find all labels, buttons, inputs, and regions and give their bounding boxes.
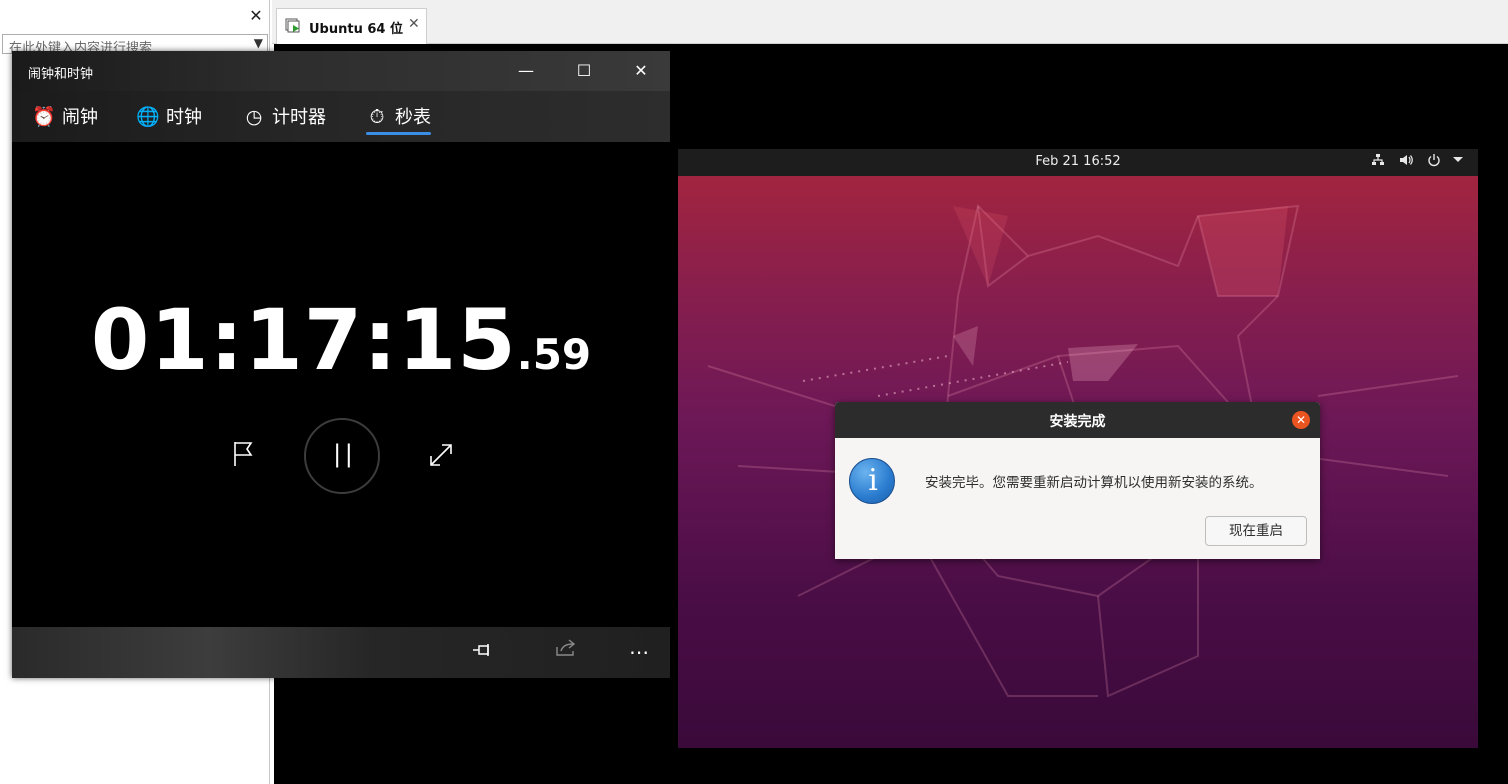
world-clock-icon: 🌐 — [136, 106, 160, 128]
info-icon: i — [849, 458, 895, 504]
alarms-clock-window: 闹钟和时钟 — ☐ ✕ ⏰ 闹钟 🌐 时钟 ◷ 计时器 ⏱ 秒表 01:17:15.59… — [12, 51, 670, 678]
tab-alarm[interactable]: ⏰ 闹钟 — [32, 103, 98, 133]
dialog-message: 安装完毕。您需要重新启动计算机以使用新安装的系统。 — [925, 475, 1263, 491]
flag-icon[interactable] — [232, 440, 256, 468]
tab-stopwatch[interactable]: ⏱ 秒表 — [365, 103, 431, 133]
more-options-button[interactable]: ⋯ — [624, 639, 654, 665]
pause-icon: | | — [333, 440, 353, 468]
maximize-button[interactable]: ☐ — [564, 59, 604, 83]
volume-icon[interactable] — [1396, 153, 1416, 171]
install-complete-dialog: 安装完成 ✕ i 安装完毕。您需要重新启动计算机以使用新安装的系统。 现在重启 — [835, 402, 1320, 559]
alarm-icon: ⏰ — [32, 106, 56, 128]
stopwatch-fraction: .59 — [516, 330, 592, 379]
expand-icon[interactable] — [428, 442, 454, 468]
vm-tab-strip: Ubuntu 64 位 ✕ — [272, 0, 1508, 44]
menu-arrow-icon[interactable] — [1448, 153, 1468, 171]
ubuntu-top-bar: Feb 21 16:52 — [678, 149, 1478, 176]
ubuntu-desktop[interactable]: Feb 21 16:52 安装完成 ✕ i 安装完毕。您需要重新启动计算机以使用… — [678, 149, 1478, 748]
window-title-bar[interactable]: 闹钟和时钟 — ☐ ✕ — [12, 51, 670, 91]
vm-icon — [285, 18, 300, 33]
tab-label: 秒表 — [395, 107, 431, 128]
tab-label: 计时器 — [272, 107, 326, 128]
share-icon[interactable] — [551, 639, 581, 665]
stopwatch-icon: ⏱ — [369, 106, 385, 128]
pause-button[interactable]: | | — [304, 418, 380, 494]
power-icon[interactable] — [1424, 153, 1444, 171]
tab-label: 闹钟 — [62, 107, 98, 128]
stopwatch-time: 01:17:15 — [90, 291, 517, 389]
window-title: 闹钟和时钟 — [28, 67, 94, 82]
tab-label: 时钟 — [166, 107, 202, 128]
stopwatch-display: 01:17:15.59 — [12, 291, 670, 389]
tab-clock[interactable]: 🌐 时钟 — [136, 103, 202, 133]
library-close-button[interactable]: ✕ — [246, 6, 266, 26]
tab-label: Ubuntu 64 位 — [309, 22, 403, 37]
pin-icon[interactable] — [468, 639, 498, 665]
app-nav-bar: ⏰ 闹钟 🌐 时钟 ◷ 计时器 ⏱ 秒表 — [12, 91, 670, 142]
tab-close-button[interactable]: ✕ — [408, 16, 420, 32]
tab-ubuntu-vm[interactable]: Ubuntu 64 位 ✕ — [276, 8, 427, 44]
dialog-header: 安装完成 ✕ — [835, 402, 1320, 438]
dialog-title: 安装完成 — [1049, 414, 1106, 430]
close-icon[interactable]: ✕ — [1292, 411, 1310, 429]
minimize-button[interactable]: — — [506, 59, 546, 83]
network-icon[interactable] — [1368, 153, 1388, 171]
app-bottom-bar: ⋯ — [12, 627, 670, 678]
chevron-down-icon[interactable]: ▼ — [254, 36, 263, 50]
restart-now-button[interactable]: 现在重启 — [1205, 516, 1307, 546]
tab-timer[interactable]: ◷ 计时器 — [242, 103, 326, 133]
close-button[interactable]: ✕ — [621, 59, 661, 83]
timer-icon: ◷ — [245, 106, 263, 128]
topbar-datetime[interactable]: Feb 21 16:52 — [678, 154, 1478, 169]
active-tab-indicator — [366, 132, 431, 135]
